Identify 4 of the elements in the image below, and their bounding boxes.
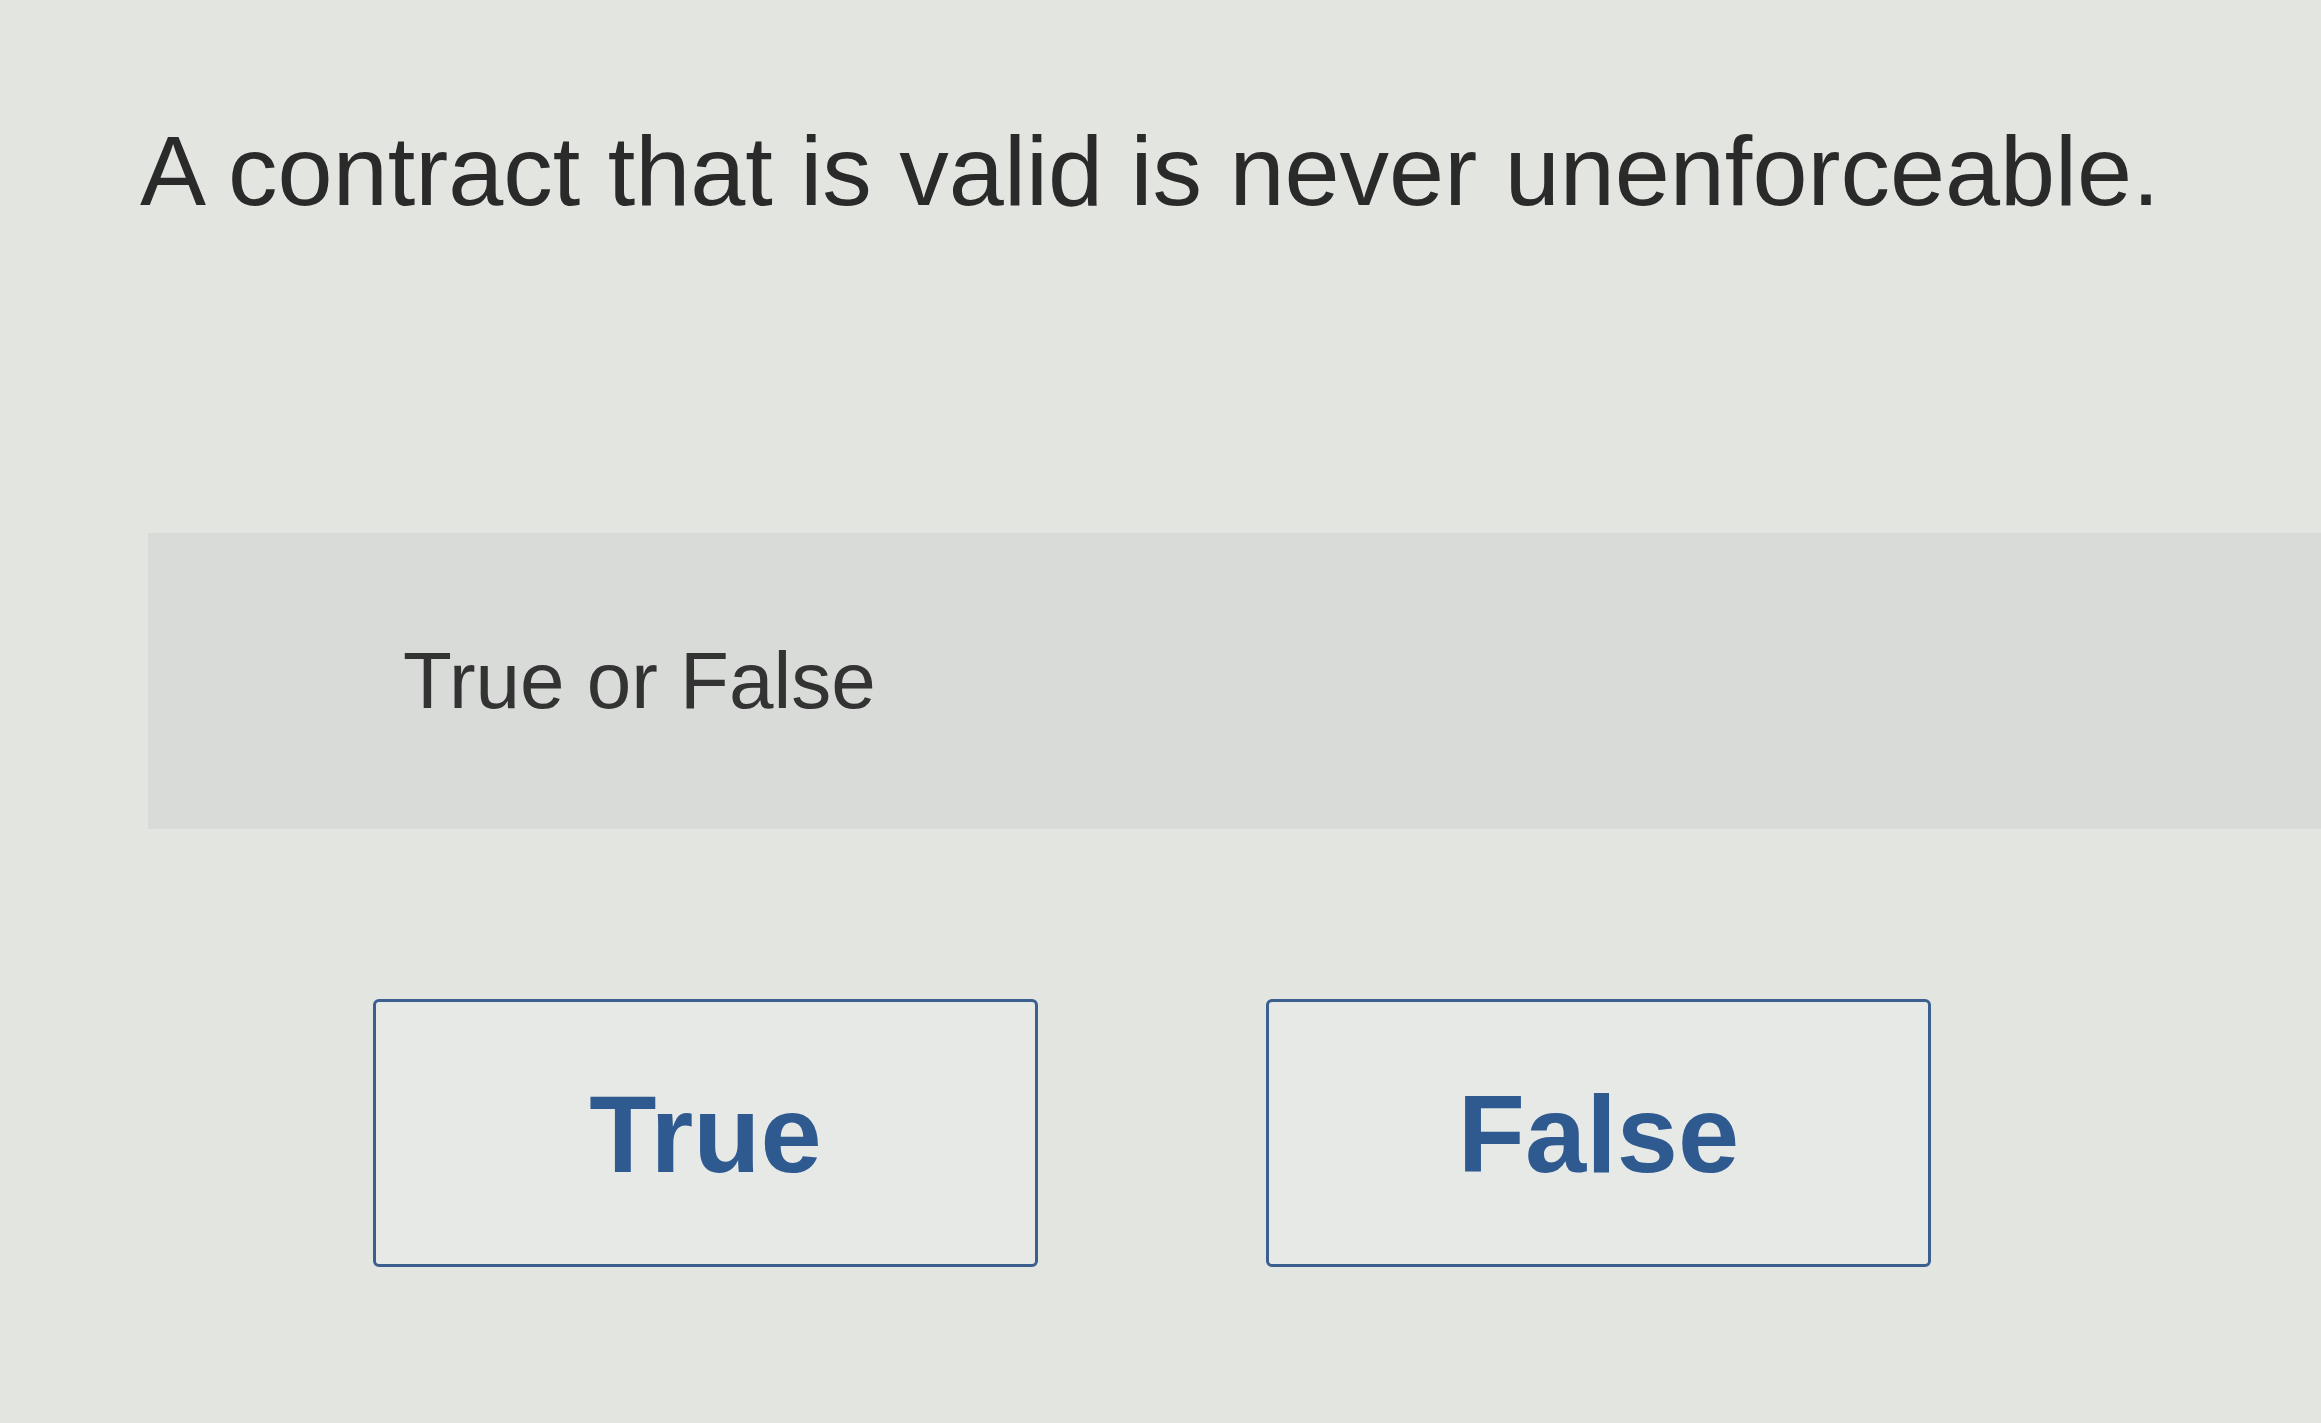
question-text: A contract that is valid is never unenforceable. [140,114,2160,228]
answer-option[interactable]: False [1266,999,1931,1267]
answer-option[interactable]: True [373,999,1038,1267]
prompt-text: True or False [403,635,876,727]
